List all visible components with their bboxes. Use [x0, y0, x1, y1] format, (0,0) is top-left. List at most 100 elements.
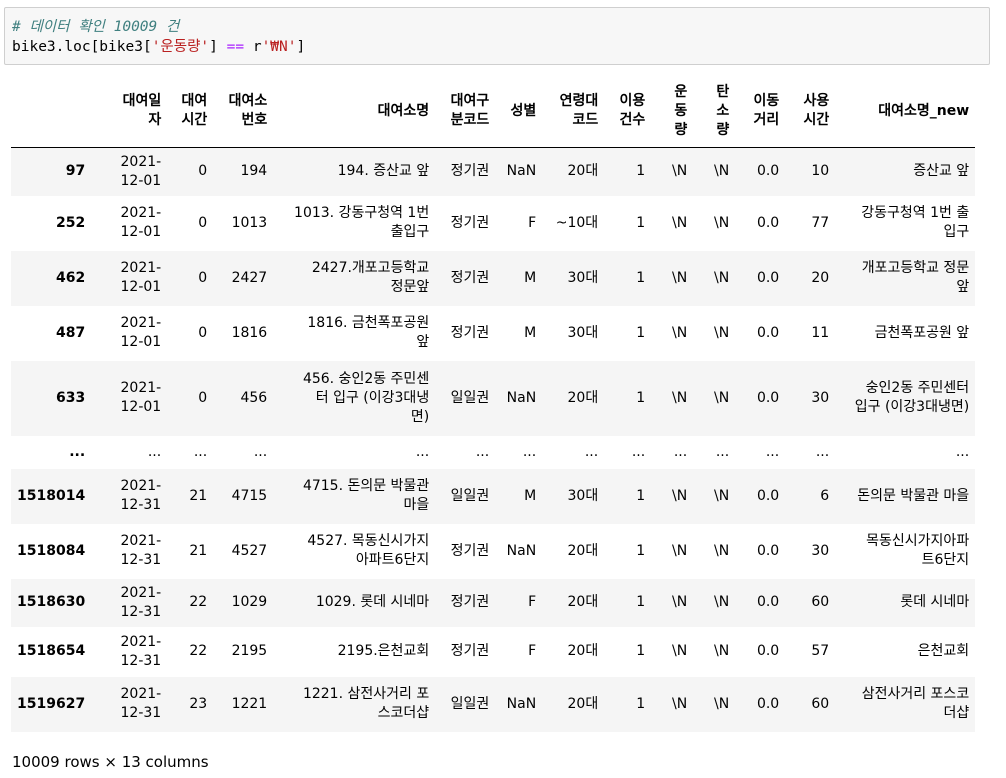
table-row[interactable]: 1518084 2021- 12-31 21 4527 4527. 목동신시가지 아파트6단… [11, 523, 976, 579]
cell-text-line: 12-01 [120, 399, 162, 415]
row-index: 1518654 [17, 643, 86, 659]
table-cell: ... [91, 436, 167, 469]
cell-text-line: 1816 [231, 324, 268, 341]
table-cell: 20대 [542, 627, 604, 677]
table-cell: 4527. 목동신시가지 아파트6단지 [273, 524, 435, 579]
table-cell: 21 [167, 524, 213, 579]
code-comment-line: # 데이터 확인 10009 건 [12, 17, 179, 37]
table-cell: 1816 [213, 306, 273, 361]
table-cell: 1 [604, 251, 651, 306]
table-cell: 정기권 [435, 251, 495, 306]
cell-text-line: 시간 [803, 112, 830, 128]
table-cell: 0 [167, 361, 213, 436]
cell-text-line: M [524, 487, 537, 504]
column-header[interactable]: 대여소명 [273, 75, 436, 148]
cell-text-line: \N [672, 163, 688, 180]
cell-text-line: 23 [189, 695, 208, 712]
row-index: 462 [55, 269, 86, 286]
cell-text-line: 은천교회 [917, 643, 970, 659]
table-cell: 0.0 [735, 627, 785, 677]
code-cell[interactable]: # 데이터 확인 10009 건 bike3.loc[bike3['운동량'] … [4, 7, 990, 65]
cell-text-line: 21 [189, 542, 208, 559]
cell-text-line: 6 [820, 487, 830, 504]
cell-text-line: 2021- [120, 153, 162, 170]
cell-text-line: 량 [674, 121, 688, 138]
table-cell: ... [693, 436, 735, 469]
column-header[interactable]: 이용건수 [604, 75, 652, 148]
table-cell: \N [651, 306, 693, 361]
table-cell: 4527 [213, 524, 273, 579]
cell-text-line: 1221 [231, 695, 268, 712]
cell-text-line: \N [714, 214, 730, 231]
code-operator: == [226, 39, 245, 55]
cell-text-line: 이용 [619, 93, 646, 109]
table-row[interactable]: 252 2021- 12-01 0 1013 1013. 강동구청역 1번 출입구 정기권 F ~… [11, 195, 976, 251]
cell-text-line: 정기권 [450, 542, 490, 559]
table-cell: 정기권 [435, 579, 495, 627]
table-cell: \N [693, 579, 735, 627]
cell-text-line: 30 [811, 389, 830, 406]
table-cell: 20대 [542, 524, 604, 579]
table-row[interactable]: 1519627 2021- 12-31 23 1221 1221. 삼전사거리 포 스코더샵… [11, 676, 976, 732]
cell-text-line: 20대 [567, 389, 599, 406]
table-cell: 정기권 [435, 627, 495, 677]
cell-text-line: 1 [636, 324, 646, 341]
column-header[interactable]: 이동 거리 [735, 75, 786, 148]
table-row[interactable]: 633 2021- 12-01 0 456 456. 숭인2동 주민센 터 입구 (이강3대… [11, 360, 976, 436]
column-header[interactable]: 성별 [495, 75, 543, 148]
table-cell: \N [693, 148, 735, 196]
cell-text-line: \N [714, 594, 730, 610]
table-cell: \N [651, 579, 693, 627]
column-header[interactable]: 연령대 코드 [542, 75, 605, 148]
cell-text-line: 트6단지 [921, 552, 970, 568]
cell-text-line: 22 [189, 594, 208, 610]
cell-text-line: \N [672, 487, 688, 504]
table-cell: NaN [495, 677, 542, 732]
table-cell: 4715. 돈의문 박물관 마을 [273, 469, 435, 524]
cell-text-line: 2195.은천교회 [337, 643, 430, 659]
table-cell: 0 [167, 251, 213, 306]
table-cell: \N [693, 306, 735, 361]
table-row[interactable]: 1518630 2021- 12-31 22 1029 1029. 롯데 시네마 정기권 F 2… [11, 578, 976, 627]
cell-text-line: 정기권 [450, 643, 490, 659]
cell-text-line: ... [955, 443, 970, 460]
cell-text-line: 456 [240, 389, 268, 406]
column-header[interactable]: 운동량 [651, 75, 694, 148]
cell-text-line: 이동 [753, 93, 780, 109]
column-header[interactable]: 탄소량 [693, 75, 736, 148]
cell-text-line: NaN [506, 695, 537, 712]
cell-text-line: 건수 [619, 112, 646, 128]
table-row[interactable]: 1518654 2021- 12-31 22 2195 2195.은천교회 정기권 F 20대 1… [11, 626, 976, 677]
column-header[interactable]: 대여소 번호 [213, 75, 274, 148]
table-cell: ... [651, 436, 693, 469]
table-cell: \N [651, 627, 693, 677]
cell-text-line: 2021- [120, 584, 162, 601]
table-row[interactable]: 1518014 2021- 12-31 21 4715 4715. 돈의문 박물관 마을 일일… [11, 468, 976, 524]
cell-text-line: 1221. 삼전사거리 포 [302, 686, 430, 702]
column-header[interactable]: 대여일 자 [91, 75, 168, 148]
cell-text-line: NaN [506, 163, 537, 180]
table-cell: 1816. 금천폭포공원 앞 [273, 306, 435, 361]
cell-text-line: M [524, 269, 537, 286]
cell-text-line: 20 [811, 269, 830, 286]
table-cell: 60 [785, 579, 835, 627]
table-cell: F [495, 579, 542, 627]
table-row[interactable]: 487 2021- 12-01 0 1816 1816. 금천폭포공원 앞 정기권 M 30대 1 \… [11, 305, 976, 361]
table-row[interactable]: 97 2021- 12-01 0 194 194. 증산교 앞 정기권 NaN 20대 1 \N \N… [11, 147, 976, 196]
cell-text-line: 1029. 롯데 시네마 [315, 594, 430, 610]
column-header[interactable]: 대여구 분코드 [435, 75, 496, 148]
column-header[interactable]: 대여 시간 [167, 75, 214, 148]
cell-text-line: \N [672, 324, 688, 341]
table-row[interactable]: 462 2021- 12-01 0 2427 2427.개포고등학교 정문앞 정기권 M 30대 1… [11, 250, 976, 306]
column-header[interactable]: 사용 시간 [785, 75, 836, 148]
cell-text-line: 일일권 [450, 695, 490, 712]
cell-text-line: 목동신시가지아파 [866, 533, 970, 549]
table-cell: ... [604, 436, 651, 469]
table-cell: 롯데 시네마 [835, 579, 975, 627]
table-row[interactable]: ........................................… [11, 435, 976, 469]
table-cell: F [495, 627, 542, 677]
column-header[interactable]: 대여소명_new [835, 75, 976, 148]
table-cell: 1221 [213, 677, 273, 732]
table-cell: 23 [167, 677, 213, 732]
table-cell: 20대 [542, 677, 604, 732]
